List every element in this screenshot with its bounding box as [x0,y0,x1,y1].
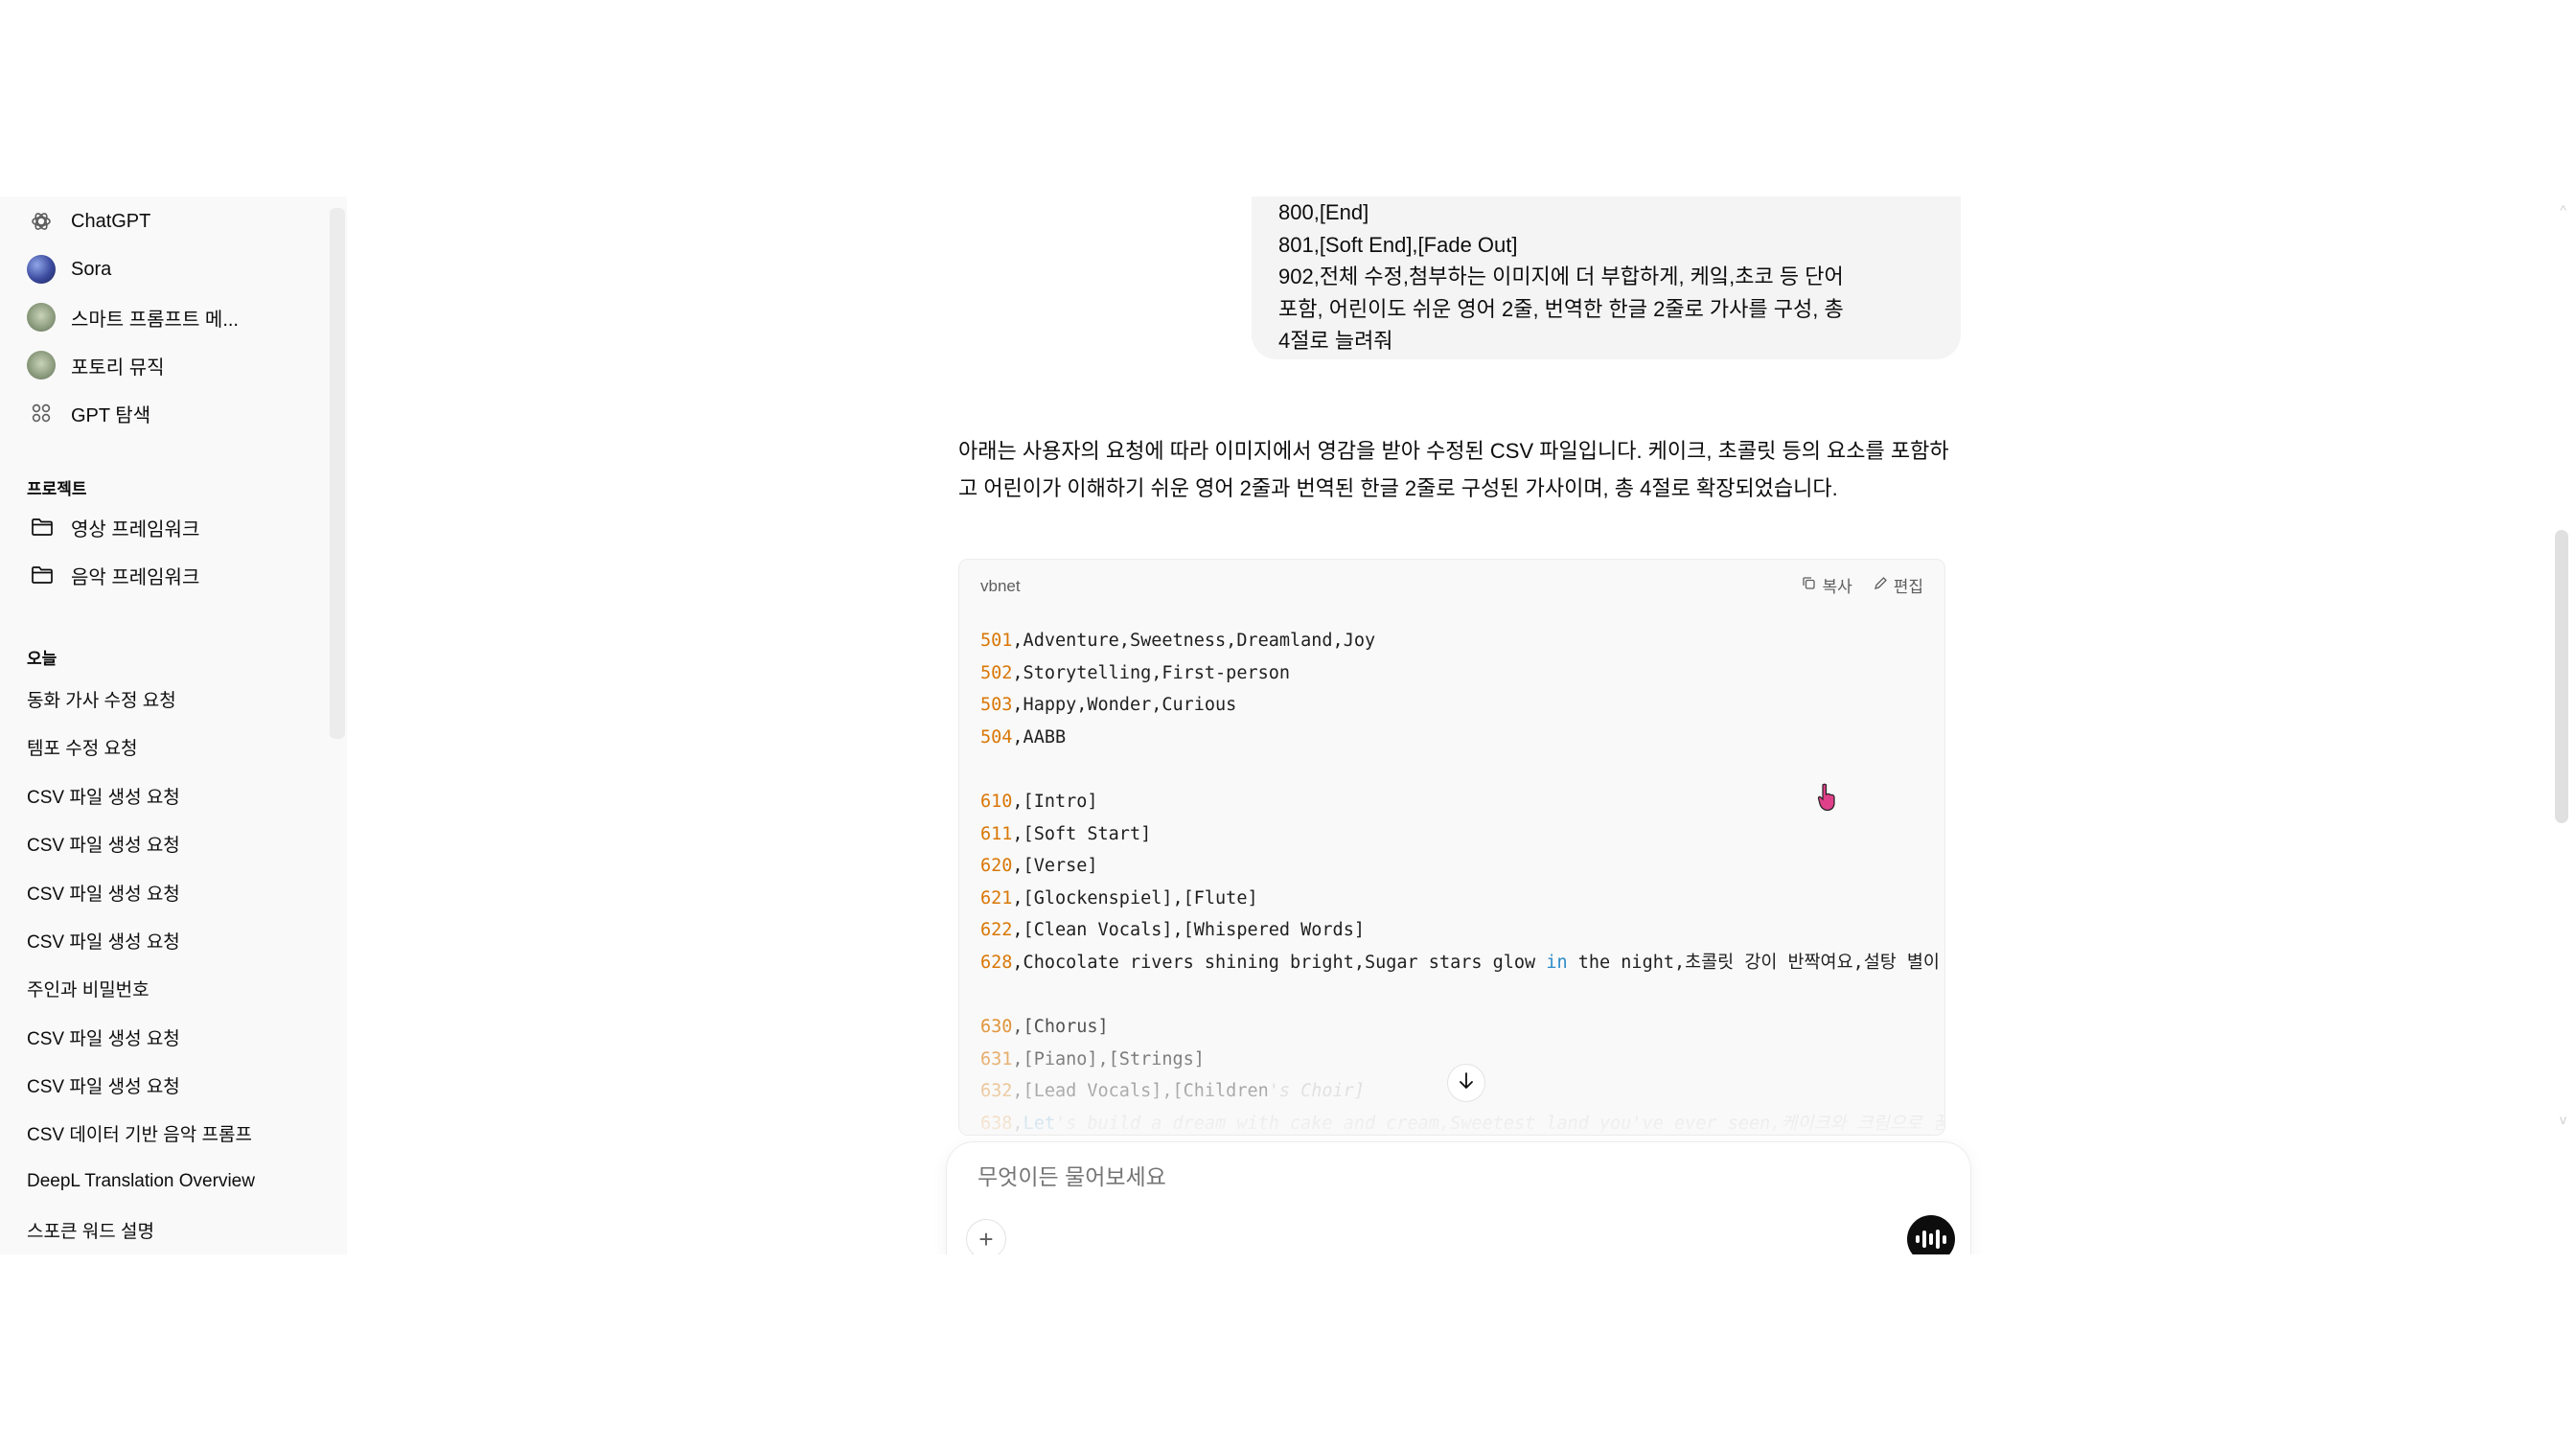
prompt-input[interactable] [976,1163,1842,1191]
copy-icon [1802,576,1816,595]
history-item[interactable]: CSV 파일 생성 요청 [15,1064,322,1106]
app-window: ChatGPT Sora 스마트 프롬프트 메... 포토리 뮤직 GPT 탐색… [0,196,2576,1254]
code-line: 503,Happy,Wonder,Curious [980,695,1237,716]
folder-icon [29,562,56,588]
sidebar-gpt-label: Sora [71,258,112,280]
voice-wave-icon [1916,1235,1920,1243]
sidebar-project-label: 음악 프레임워크 [71,566,200,588]
sidebar-gpt-chatgpt[interactable]: ChatGPT [15,200,322,242]
history-item[interactable]: 동화 가사 수정 요청 [15,678,322,720]
pencil-icon [1874,576,1888,595]
arrow-down-icon [1458,1071,1475,1095]
sidebar-gpt-label: ChatGPT [71,210,151,232]
gpt-avatar [27,303,56,332]
openai-logo-icon [27,207,56,236]
plus-icon: + [978,1224,994,1254]
code-line: 611,[Soft Start] [980,823,1152,844]
hand-pointer-cursor-icon [1817,783,1836,812]
scroll-down-arrow-icon[interactable]: v [2560,1112,2566,1127]
code-block-header: vbnet 복사 편집 [959,560,1944,608]
code-line: 638,Let's build a dream with cake and cr… [980,1113,1945,1134]
user-message-line: 800,[End] [1278,200,1369,224]
history-item[interactable]: DeepL Translation Overview [15,1161,322,1203]
code-line: 610,[Intro] [980,791,1098,812]
message-composer: + [947,1142,1970,1254]
code-language-label: vbnet [980,577,1021,595]
sora-avatar [27,255,56,284]
code-line: 630,[Chorus] [980,1017,1109,1038]
user-message-line: 포함, 어린이도 쉬운 영어 2줄, 번역한 한글 2줄로 가사를 구성, 총 [1278,296,1844,321]
code-block: vbnet 복사 편집 501,Adventure,Sweetness,Drea… [958,559,1945,1136]
assistant-intro-text: 아래는 사용자의 요청에 따라 이미지에서 영감을 받아 수정된 CSV 파일입… [958,439,1949,500]
projects-heading: 프로젝트 [27,480,87,498]
history-item[interactable]: CSV 파일 생성 요청 [15,1016,322,1058]
sidebar-gpt-explore[interactable]: GPT 탐색 [15,392,322,434]
edit-label: 편집 [1893,578,1923,596]
copy-label: 복사 [1822,578,1852,596]
history-item[interactable]: 주인과 비밀번호 [15,967,322,1009]
gpt-avatar [27,351,56,380]
sidebar: ChatGPT Sora 스마트 프롬프트 메... 포토리 뮤직 GPT 탐색… [0,196,347,1254]
add-attachment-button[interactable]: + [966,1219,1006,1254]
edit-code-button[interactable]: 편집 [1874,573,1923,597]
user-message-line: 902,전체 수정,첨부하는 이미지에 더 부합하게, 케잌,초코 등 단어 [1278,264,1844,288]
sidebar-project-music[interactable]: 음악 프레임워크 [15,554,322,596]
sidebar-project-label: 영상 프레임워크 [71,518,200,540]
sidebar-gpt-label: GPT 탐색 [71,404,151,426]
scroll-to-bottom-button[interactable] [1447,1064,1485,1102]
history-item[interactable]: 스포큰 워드 설명 [15,1208,322,1251]
code-line: 628,Chocolate rivers shining bright,Suga… [980,952,1940,973]
code-line: 621,[Glockenspiel],[Flute] [980,887,1258,908]
chat-scrollbar[interactable] [2555,530,2568,823]
history-item[interactable]: CSV 파일 생성 요청 [15,822,322,864]
code-line: 502,Storytelling,First-person [980,662,1291,683]
history-item[interactable]: CSV 파일 생성 요청 [15,871,322,913]
history-item[interactable]: CSV 데이터 기반 음악 프롬프 [15,1112,322,1154]
sidebar-project-video[interactable]: 영상 프레임워크 [15,506,322,548]
code-content: 501,Adventure,Sweetness,Dreamland,Joy 502… [980,625,1945,1135]
user-message-line: 4절로 늘려줘 [1278,329,1393,353]
grid-icon [27,399,56,427]
user-message-bubble: 800,[End] 801,[Soft End],[Fade Out] 902,… [1252,196,1961,359]
code-line: 620,[Verse] [980,856,1098,877]
folder-icon [29,514,56,540]
chat-main: ^ 800,[End] 801,[Soft End],[Fade Out] 90… [347,196,2576,1254]
history-item[interactable]: CSV 파일 생성 요청 [15,774,322,816]
scroll-up-arrow-icon[interactable]: ^ [2560,202,2566,218]
sidebar-scrollbar[interactable] [330,208,345,739]
copy-code-button[interactable]: 복사 [1802,573,1852,597]
history-item[interactable]: 템포 수정 요청 [15,725,322,768]
sidebar-gpt-photo-music[interactable]: 포토리 뮤직 [15,344,322,386]
voice-mode-button[interactable] [1907,1215,1955,1254]
code-line: 622,[Clean Vocals],[Whispered Words] [980,920,1365,941]
code-line: 501,Adventure,Sweetness,Dreamland,Joy [980,631,1376,651]
sidebar-gpt-smart-prompt[interactable]: 스마트 프롬프트 메... [15,296,322,338]
sidebar-gpt-label: 포토리 뮤직 [71,356,165,379]
sidebar-gpt-label: 스마트 프롬프트 메... [71,309,239,331]
user-message-line: 801,[Soft End],[Fade Out] [1278,232,1518,257]
code-line: 504,AABB [980,726,1067,748]
sidebar-gpt-sora[interactable]: Sora [15,248,322,290]
history-item[interactable]: CSV 파일 생성 요청 [15,919,322,961]
today-heading: 오늘 [27,650,58,668]
